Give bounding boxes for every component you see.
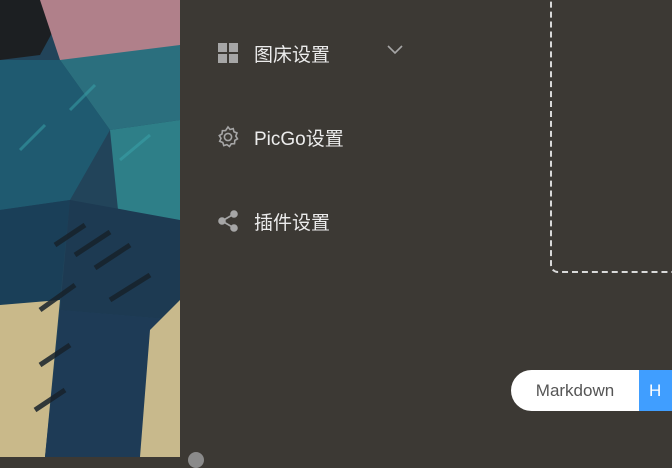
settings-sidebar: 图床设置 PicGo设置 插件设置: [180, 0, 550, 457]
markdown-option-button[interactable]: Markdown: [511, 370, 639, 411]
sidebar-item-label: 插件设置: [254, 212, 331, 234]
share-icon: [216, 209, 240, 233]
sidebar-item-label: 图床设置: [254, 44, 331, 66]
sidebar-item-picgo-settings[interactable]: PicGo设置: [216, 122, 344, 152]
sidebar-item-plugin-settings[interactable]: 插件设置: [216, 206, 330, 236]
sidebar-item-label: PicGo设置: [254, 128, 344, 150]
html-option-button[interactable]: H: [639, 370, 672, 411]
grid-icon: [216, 41, 240, 65]
status-indicator-icon: [188, 452, 204, 468]
sidebar-item-image-host-settings[interactable]: 图床设置: [216, 38, 330, 68]
upload-drop-zone[interactable]: [550, 0, 672, 273]
chevron-down-icon[interactable]: [385, 43, 405, 57]
link-format-toggle: Markdown H: [511, 370, 672, 411]
background-illustration: [0, 0, 180, 457]
gear-icon: [216, 125, 240, 149]
